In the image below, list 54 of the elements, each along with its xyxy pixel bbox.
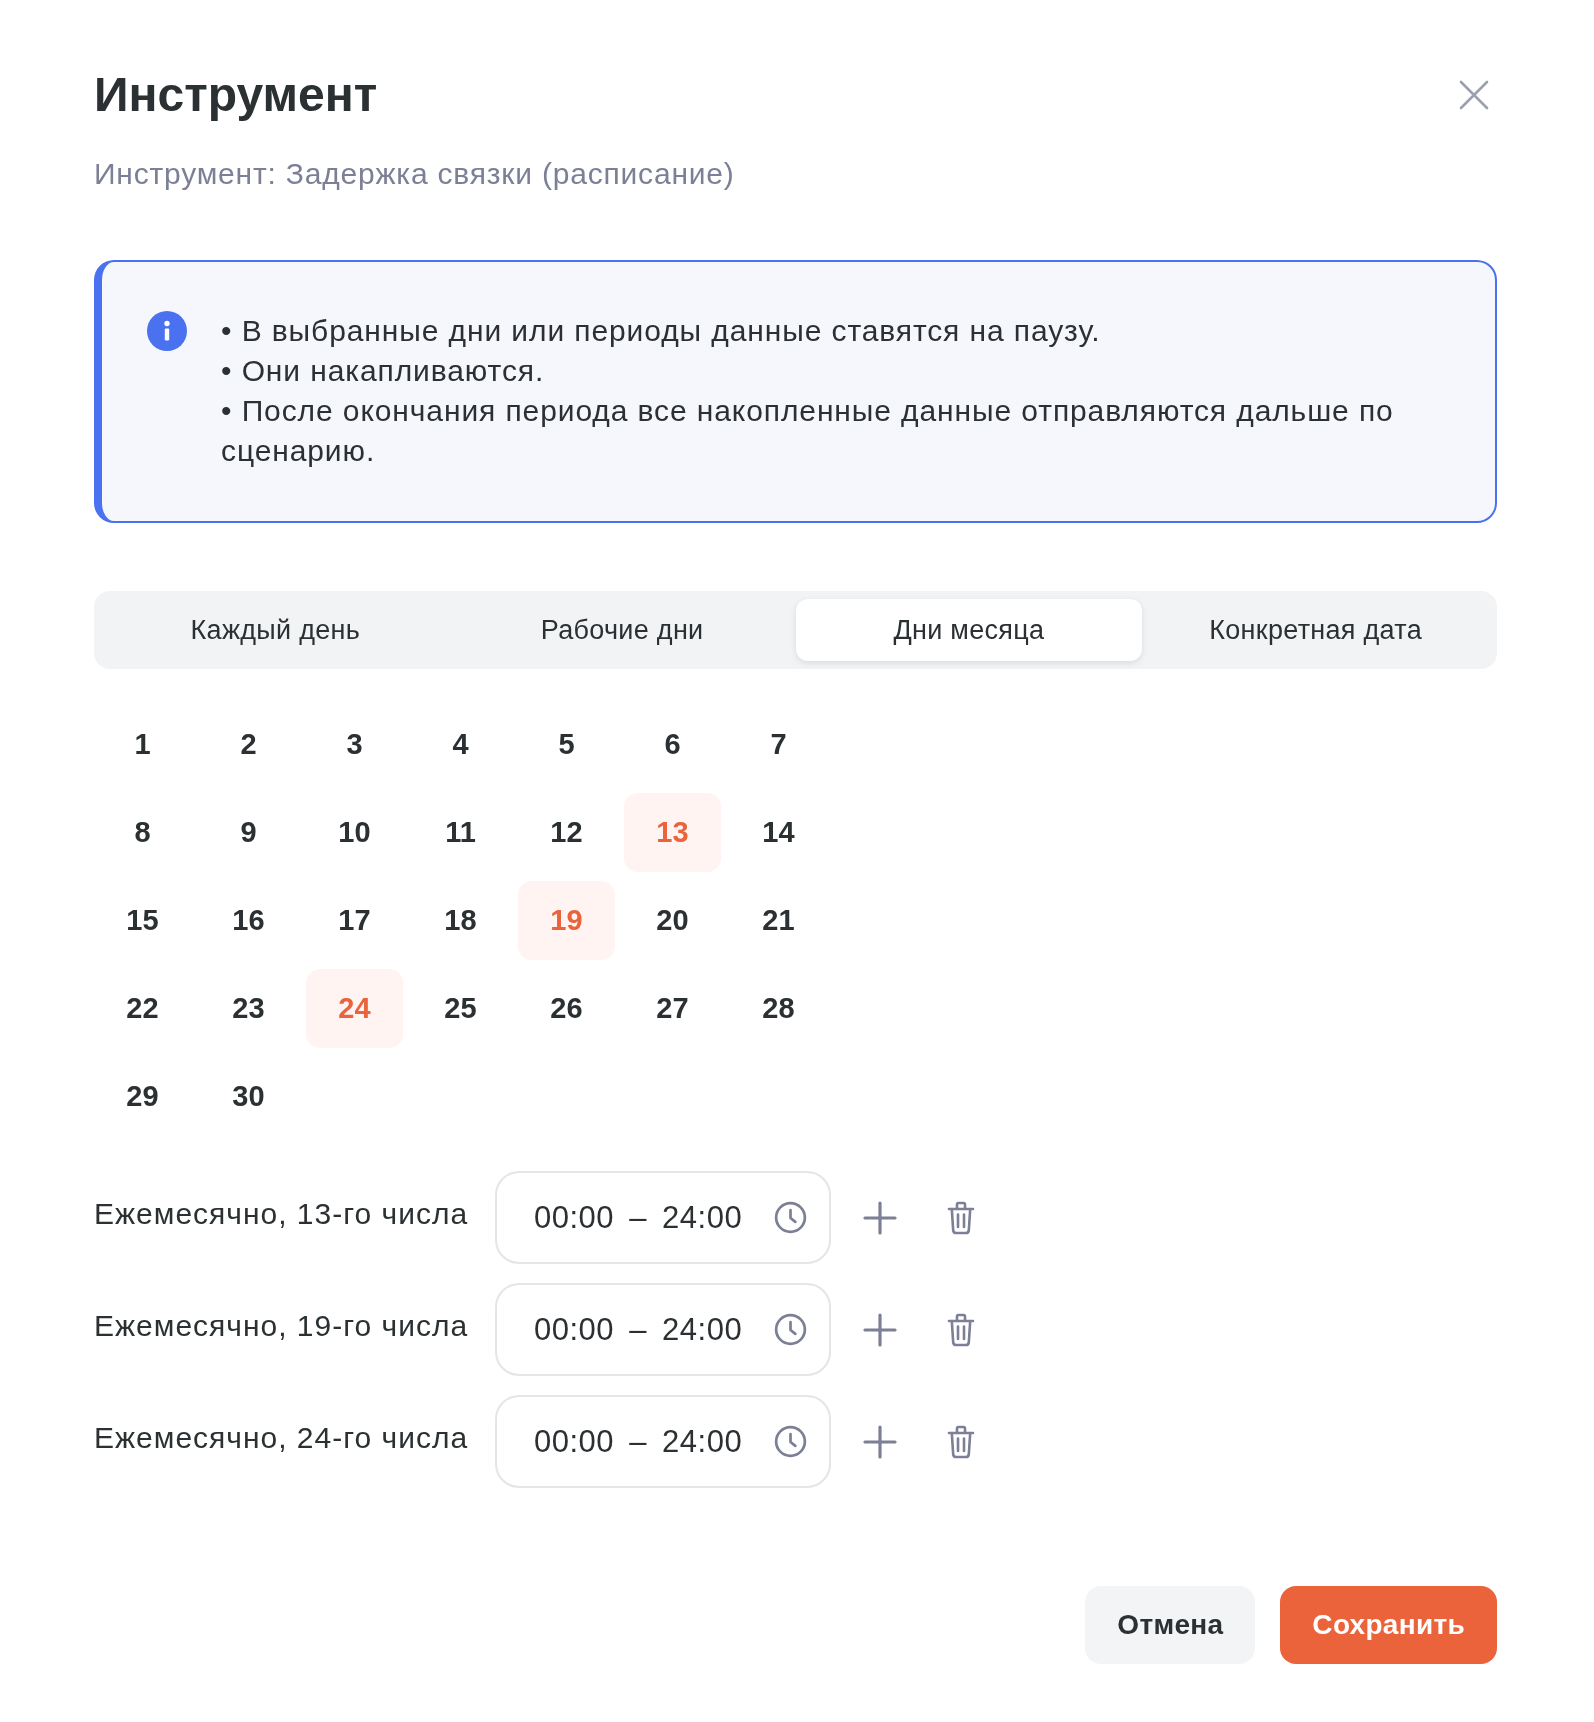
- tab[interactable]: Дни месяца: [795, 599, 1143, 661]
- time-range-field[interactable]: 00:00 – 24:00: [495, 1171, 831, 1264]
- info-bullet-text: • После окончания периода все накопленные данные отправляются дальше по сценарию.: [221, 393, 1395, 469]
- schedule-label: Ежемесячно, 19-го числа: [94, 1308, 470, 1344]
- calendar-day[interactable]: 1: [94, 705, 191, 784]
- dialog-title: Инструмент: [94, 67, 378, 123]
- clock-icon[interactable]: [774, 1313, 807, 1346]
- trash-icon[interactable]: [947, 1312, 975, 1347]
- calendar-day[interactable]: 2: [200, 705, 297, 784]
- trash-icon[interactable]: [947, 1200, 975, 1235]
- calendar-day[interactable]: 26: [518, 969, 615, 1048]
- calendar-day[interactable]: 28: [730, 969, 827, 1048]
- calendar-day[interactable]: 8: [94, 793, 191, 872]
- clock-icon[interactable]: [774, 1201, 807, 1234]
- schedule-label: Ежемесячно, 13-го числа: [94, 1196, 470, 1232]
- calendar-day[interactable]: 29: [94, 1057, 191, 1136]
- calendar-day[interactable]: 12: [518, 793, 615, 872]
- calendar-day[interactable]: 23: [200, 969, 297, 1048]
- calendar-day[interactable]: 4: [412, 705, 509, 784]
- calendar-day[interactable]: 5: [518, 705, 615, 784]
- info-bullet-text: • Они накапливаются.: [221, 353, 546, 389]
- calendar-day[interactable]: 9: [200, 793, 297, 872]
- calendar-day[interactable]: 7: [730, 705, 827, 784]
- calendar-day[interactable]: 15: [94, 881, 191, 960]
- calendar-day[interactable]: 6: [624, 705, 721, 784]
- trash-icon[interactable]: [947, 1424, 975, 1459]
- calendar-day[interactable]: 21: [730, 881, 827, 960]
- tab[interactable]: Рабочие дни: [448, 599, 796, 661]
- time-range-field[interactable]: 00:00 – 24:00: [495, 1395, 831, 1488]
- calendar-day[interactable]: 10: [306, 793, 403, 872]
- dialog-subtitle: Инструмент: Задержка связки (расписание): [94, 157, 736, 191]
- calendar-day[interactable]: 14: [730, 793, 827, 872]
- calendar-day[interactable]: 3: [306, 705, 403, 784]
- schedule-label: Ежемесячно, 24-го числа: [94, 1420, 470, 1456]
- calendar-day[interactable]: 30: [200, 1057, 297, 1136]
- cancel-button[interactable]: Отмена: [1085, 1586, 1256, 1664]
- calendar-day[interactable]: 18: [412, 881, 509, 960]
- calendar-day[interactable]: 17: [306, 881, 403, 960]
- calendar-day[interactable]: 22: [94, 969, 191, 1048]
- tab[interactable]: Конкретная дата: [1142, 599, 1489, 661]
- info-bullet-text: • В выбранные дни или периоды данные ставятся на паузу.: [221, 313, 1102, 349]
- close-icon[interactable]: [1459, 80, 1489, 110]
- time-range-field[interactable]: 00:00 – 24:00: [495, 1283, 831, 1376]
- plus-icon[interactable]: [863, 1312, 897, 1347]
- clock-icon[interactable]: [774, 1425, 807, 1458]
- plus-icon[interactable]: [863, 1424, 897, 1459]
- plus-icon[interactable]: [863, 1200, 897, 1235]
- calendar-day[interactable]: 11: [412, 793, 509, 872]
- info-icon: [147, 311, 187, 351]
- calendar-day[interactable]: 16: [200, 881, 297, 960]
- tab[interactable]: Каждый день: [102, 599, 449, 661]
- calendar-day[interactable]: 27: [624, 969, 721, 1048]
- calendar-day[interactable]: 25: [412, 969, 509, 1048]
- calendar-day[interactable]: 20: [624, 881, 721, 960]
